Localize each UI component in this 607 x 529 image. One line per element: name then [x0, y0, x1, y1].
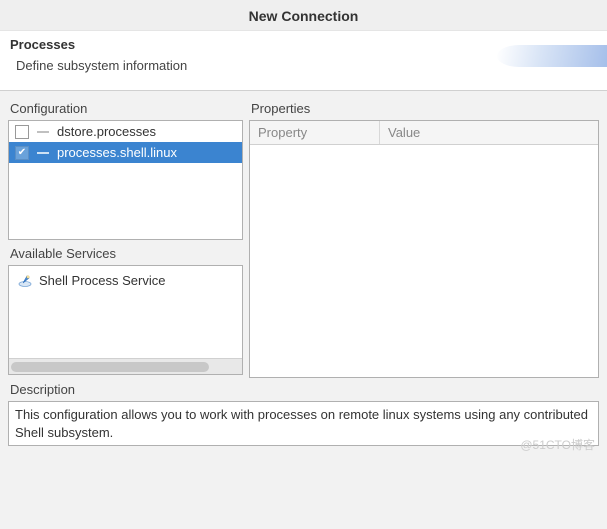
available-services-list[interactable]: Shell Process Service	[8, 265, 243, 375]
configuration-list[interactable]: dstore.processes processes.shell.linux	[8, 120, 243, 240]
banner: Processes Define subsystem information	[0, 31, 607, 91]
properties-table[interactable]: Property Value	[249, 120, 599, 378]
banner-decoration	[497, 45, 607, 67]
checkbox-icon[interactable]	[15, 146, 29, 160]
description-label: Description	[10, 382, 599, 397]
horizontal-scrollbar[interactable]	[9, 358, 242, 374]
item-icon	[37, 131, 49, 133]
dialog-title: New Connection	[0, 0, 607, 31]
service-item-label: Shell Process Service	[39, 273, 165, 288]
scrollbar-thumb[interactable]	[11, 362, 209, 372]
configuration-label: Configuration	[10, 101, 243, 116]
item-icon	[37, 152, 49, 154]
service-icon	[17, 272, 33, 288]
config-item-dstore[interactable]: dstore.processes	[9, 121, 242, 142]
checkbox-icon[interactable]	[15, 125, 29, 139]
column-value[interactable]: Value	[380, 121, 598, 144]
config-item-shell-linux[interactable]: processes.shell.linux	[9, 142, 242, 163]
config-item-label: processes.shell.linux	[57, 145, 177, 160]
available-services-label: Available Services	[10, 246, 243, 261]
properties-label: Properties	[251, 101, 599, 116]
properties-body	[250, 145, 598, 377]
properties-header: Property Value	[250, 121, 598, 145]
config-item-label: dstore.processes	[57, 124, 156, 139]
column-property[interactable]: Property	[250, 121, 380, 144]
description-text: This configuration allows you to work wi…	[8, 401, 599, 446]
service-item[interactable]: Shell Process Service	[17, 272, 234, 288]
